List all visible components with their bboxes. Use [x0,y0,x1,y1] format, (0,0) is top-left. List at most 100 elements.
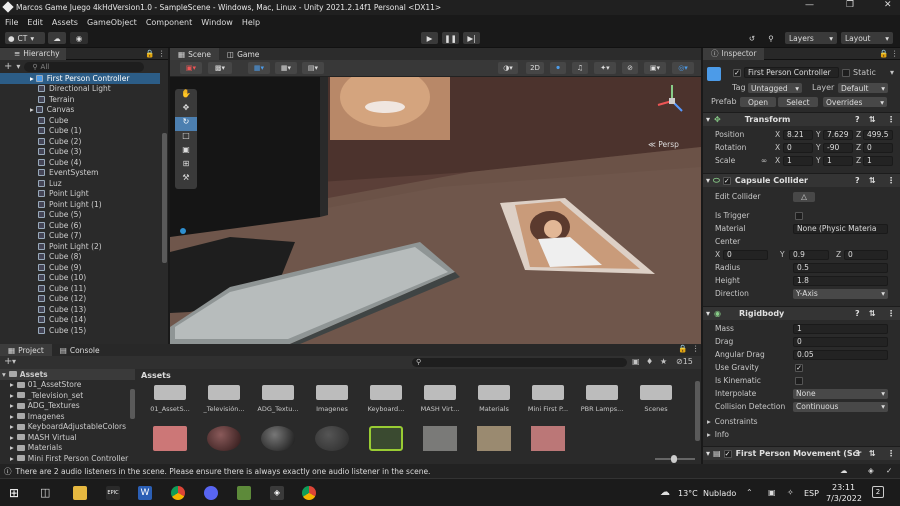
hierarchy-item[interactable]: Cube (1) [0,126,160,137]
zoom-slider-handle[interactable] [671,455,677,463]
search-type-icon[interactable]: ▣ [632,357,640,366]
close-icon[interactable]: ✕ [884,0,892,10]
tab-hierarchy[interactable]: ≡ Hierarchy [0,47,66,60]
material-thumb[interactable] [207,426,241,451]
material-thumb[interactable] [315,426,349,451]
hierarchy-item[interactable]: Cube (12) [0,294,160,305]
scene-viewport[interactable]: ✋ ✥ ↻ □ ▣ ⊞ ⚒ ≪ Persp [170,77,701,344]
hierarchy-item[interactable]: Cube (2) [0,136,160,147]
hierarchy-item[interactable]: Cube (4) [0,157,160,168]
static-checkbox[interactable] [842,69,850,77]
asset-folder[interactable]: Imagenes [307,379,357,413]
more-icon[interactable]: ⋮ [891,49,899,58]
effects-toggle-icon[interactable]: ✦▾ [594,62,616,74]
project-tree-item[interactable]: ▸ Imagenes [0,411,135,422]
assets-scrollbar[interactable] [695,381,700,441]
hierarchy-item[interactable]: Cube [0,115,160,126]
hierarchy-item[interactable]: Cube (15) [0,325,160,336]
project-tree-item[interactable]: ▾ Assets [0,369,135,380]
material-field[interactable]: None (Physic Materia [793,223,888,234]
play-button[interactable]: ▶ [421,32,438,44]
clock-date[interactable]: 7/3/2022 [826,494,862,503]
static-dropdown-icon[interactable]: ▾ [890,68,894,77]
temperature[interactable]: 13°C [678,489,698,498]
search-button[interactable]: ⚲ [764,32,778,44]
shading-mode-button[interactable]: ◑▾ [498,62,518,74]
persp-label[interactable]: ≪ Persp [648,140,679,149]
info-foldout[interactable]: ▸ Info [703,428,900,441]
asset-folder[interactable]: _Televisión... [199,379,249,413]
grid-snap-button[interactable]: ▦▾ [248,62,270,74]
height-field[interactable]: 1.8 [793,275,888,286]
preset-icon[interactable]: ⇅ [869,115,876,124]
zoom-slider[interactable] [655,455,695,463]
hierarchy-item[interactable]: Cube (13) [0,304,160,315]
layout-dropdown[interactable]: Layout ▾ [841,32,893,44]
pause-button[interactable]: ❚❚ [442,32,459,44]
tab-game[interactable]: ◫ Game [219,48,267,60]
camera-settings-icon[interactable]: ▣▾ [644,62,666,74]
mode-2d-button[interactable]: 2D [526,62,544,74]
maximize-icon[interactable]: ❐ [846,0,854,10]
snap-increment-button[interactable]: ▦▾ [275,62,297,74]
bluetooth-icon[interactable]: ✧ [787,488,794,497]
project-tree-item[interactable]: ▸ _Television_set [0,390,135,401]
hierarchy-item[interactable]: EventSystem [0,168,160,179]
texture-thumb[interactable] [423,426,457,451]
prefab-overrides-dropdown[interactable]: Overrides ▾ [823,97,887,107]
menu-component[interactable]: Component [146,18,192,27]
hierarchy-item[interactable]: Cube (11) [0,283,160,294]
hierarchy-item[interactable]: ▸ Canvas [0,105,160,116]
chevron-right-icon[interactable]: ▸ [30,74,34,83]
scale-x-field[interactable]: 1 [783,155,813,166]
network-icon[interactable]: ▣ [768,488,776,497]
scale-z-field[interactable]: 1 [863,155,893,166]
collab-button[interactable]: ◉ [70,32,88,44]
status-bar[interactable]: ⓘ There are 2 audio listeners in the sce… [0,464,900,478]
menu-assets[interactable]: Assets [52,18,78,27]
asset-folder[interactable]: ADG_Textu... [253,379,303,413]
menu-help[interactable]: Help [242,18,260,27]
interpolate-dropdown[interactable]: None ▾ [793,388,888,399]
help-icon[interactable]: ? [855,176,860,185]
fpm-enabled-checkbox[interactable]: ✓ [723,449,732,458]
asset-folder[interactable]: Scenes [631,379,681,413]
chrome-icon[interactable] [171,486,185,500]
chevron-right-icon[interactable]: ▸ [10,454,14,463]
link-icon[interactable]: ∞ [761,156,767,165]
notification-icon[interactable]: 2 [872,486,884,498]
edit-collider-button[interactable]: △ [793,191,815,202]
chrome-profile-icon[interactable] [302,486,316,500]
rotate-tool-icon[interactable]: ↻ [175,117,197,131]
position-y-field[interactable]: 7.629 [823,129,853,140]
hierarchy-item[interactable]: Cube (6) [0,220,160,231]
cache-icon[interactable]: ✓ [886,466,892,475]
mass-field[interactable]: 1 [793,323,888,334]
hierarchy-item[interactable]: Luz [0,178,160,189]
prefab-select-button[interactable]: Select [778,97,818,107]
chevron-right-icon[interactable]: ▸ [10,443,14,452]
tab-inspector[interactable]: ⓘ Inspector [703,47,765,60]
chevron-right-icon[interactable]: ▸ [10,380,14,389]
weather-text[interactable]: Nublado [703,489,736,498]
asset-folder[interactable]: Mini First P... [523,379,573,413]
tray-chevron-icon[interactable]: ⌃ [746,488,753,497]
hand-tool-icon[interactable]: ✋ [175,89,197,103]
discord-icon[interactable] [204,486,218,500]
hierarchy-item[interactable]: Point Light (1) [0,199,160,210]
capsule-collider-header[interactable]: ▾ ⬭ ✓ Capsule Collider ? ⇅ ⋮ [703,173,900,187]
rect-tool-icon[interactable]: ▣ [175,145,197,159]
hierarchy-item[interactable]: Cube (5) [0,210,160,221]
center-y-field[interactable]: 0.9 [789,249,829,260]
hierarchy-item[interactable]: Terrain [0,94,160,105]
more-icon[interactable]: ⋮ [692,344,700,353]
position-z-field[interactable]: 499.5 [863,129,893,140]
task-view-icon[interactable]: ◫ [40,486,54,500]
drag-field[interactable]: 0 [793,336,888,347]
transform-tool-icon[interactable]: ⊞ [175,159,197,173]
lighting-toggle-icon[interactable]: ⚫ [550,62,566,74]
constraints-foldout[interactable]: ▸ Constraints [703,415,900,428]
unity-icon[interactable]: ◈ [270,486,284,500]
video-asset-thumb[interactable] [369,426,403,451]
chevron-down-icon[interactable]: ▾ [2,370,6,379]
